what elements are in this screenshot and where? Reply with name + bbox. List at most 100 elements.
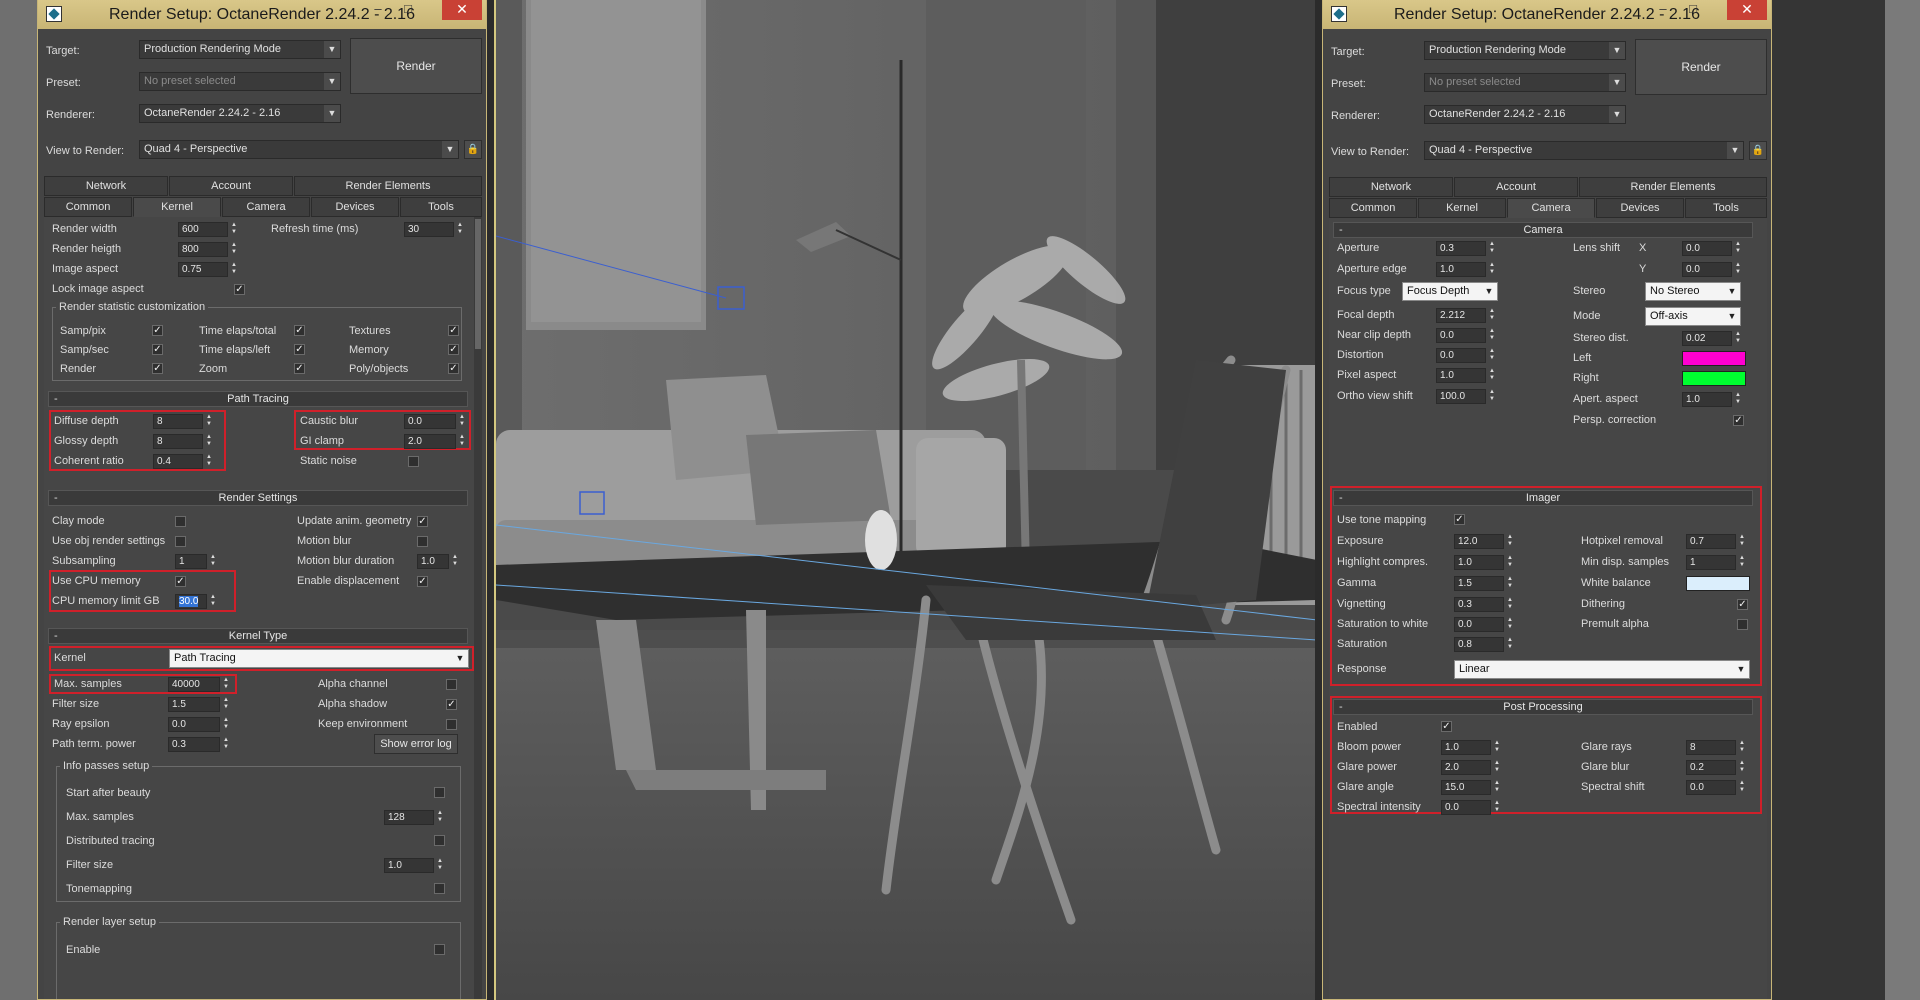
spinner-icon[interactable]: ▲ ▼ (1505, 534, 1515, 549)
spectral-intensity-input[interactable]: 0.0 ▲ ▼ (1441, 800, 1500, 815)
mode-dropdown[interactable]: Off-axis ▼ (1645, 307, 1741, 326)
render-button[interactable]: Render (1635, 39, 1767, 95)
render-width-input[interactable]: 600 ▲ ▼ (178, 222, 237, 237)
near-clip-input[interactable]: 0.0 ▲ ▼ (1436, 328, 1495, 343)
tab-tools[interactable]: Tools (1685, 198, 1767, 218)
stereo-dist-input[interactable]: 0.02 ▲ ▼ (1682, 331, 1741, 346)
scrollbar-thumb[interactable] (475, 219, 481, 349)
view-dropdown[interactable]: Quad 4 - Perspective ▼ (139, 140, 459, 159)
stat-checkbox[interactable]: ✓ (152, 344, 163, 355)
saturation-to-white-input[interactable]: 0.0 ▲ ▼ (1454, 617, 1513, 632)
spinner-icon[interactable]: ▲ ▼ (435, 858, 445, 873)
right-titlebar[interactable]: Render Setup: OctaneRender 2.24.2 - 2.16… (1323, 0, 1771, 29)
stat-checkbox[interactable]: ✓ (448, 344, 459, 355)
minimize-button[interactable]: ‒ (364, 0, 392, 20)
tab-network[interactable]: Network (44, 176, 168, 196)
spinner-icon[interactable]: ▲ ▼ (229, 242, 239, 257)
spinner-icon[interactable]: ▲ ▼ (1733, 241, 1743, 256)
cpu-limit-input[interactable]: 30.0 ▲ ▼ (175, 594, 216, 609)
stat-checkbox[interactable]: ✓ (152, 325, 163, 336)
target-dropdown[interactable]: Production Rendering Mode ▼ (1424, 41, 1626, 60)
stereo-dropdown[interactable]: No Stereo ▼ (1645, 282, 1741, 301)
left-color-swatch[interactable] (1682, 351, 1746, 366)
spinner-icon[interactable]: ▲ ▼ (204, 454, 214, 469)
minimize-button[interactable]: ‒ (1649, 0, 1677, 20)
spinner-icon[interactable]: ▲ ▼ (1487, 262, 1497, 277)
diffuse-depth-input[interactable]: 8 ▲ ▼ (153, 414, 212, 429)
spinner-icon[interactable]: ▲ ▼ (1505, 617, 1515, 632)
scrollbar[interactable] (474, 217, 482, 999)
spinner-icon[interactable]: ▲ ▼ (1492, 800, 1502, 815)
spinner-icon[interactable]: ▲ ▼ (1737, 780, 1747, 795)
spinner-icon[interactable]: ▲ ▼ (221, 717, 231, 732)
tab-common[interactable]: Common (1329, 198, 1417, 218)
info-filter-size-input[interactable]: 1.0 ▲ ▼ (384, 858, 443, 873)
renderer-dropdown[interactable]: OctaneRender 2.24.2 - 2.16 ▼ (1424, 105, 1626, 124)
camera-rollout[interactable]: - Camera (1333, 222, 1753, 238)
spinner-icon[interactable]: ▲ ▼ (1505, 597, 1515, 612)
spinner-icon[interactable]: ▲ ▼ (1505, 576, 1515, 591)
spinner-icon[interactable]: ▲ ▼ (221, 697, 231, 712)
renderer-dropdown[interactable]: OctaneRender 2.24.2 - 2.16 ▼ (139, 104, 341, 123)
update-anim-checkbox[interactable]: ✓ (417, 516, 428, 527)
aperture-input[interactable]: 0.3 ▲ ▼ (1436, 241, 1495, 256)
stat-checkbox[interactable]: ✓ (152, 363, 163, 374)
ortho-view-shift-input[interactable]: 100.0 ▲ ▼ (1436, 389, 1495, 404)
distributed-tracing-checkbox[interactable] (434, 835, 445, 846)
dithering-checkbox[interactable]: ✓ (1737, 599, 1748, 610)
spinner-icon[interactable]: ▲ ▼ (1492, 760, 1502, 775)
tab-camera[interactable]: Camera (1507, 198, 1595, 218)
tab-render-elements[interactable]: Render Elements (294, 176, 482, 196)
use-cpu-checkbox[interactable]: ✓ (175, 576, 186, 587)
glare-angle-input[interactable]: 15.0 ▲ ▼ (1441, 780, 1500, 795)
use-tone-mapping-checkbox[interactable]: ✓ (1454, 514, 1465, 525)
image-aspect-input[interactable]: 0.75 ▲ ▼ (178, 262, 237, 277)
glare-power-input[interactable]: 2.0 ▲ ▼ (1441, 760, 1500, 775)
spinner-icon[interactable]: ▲ ▼ (1737, 555, 1747, 570)
target-dropdown[interactable]: Production Rendering Mode ▼ (139, 40, 341, 59)
tab-kernel[interactable]: Kernel (133, 197, 221, 217)
spinner-icon[interactable]: ▲ ▼ (1505, 637, 1515, 652)
use-obj-checkbox[interactable] (175, 536, 186, 547)
focus-type-dropdown[interactable]: Focus Depth ▼ (1402, 282, 1498, 301)
clay-mode-checkbox[interactable] (175, 516, 186, 527)
stat-checkbox[interactable]: ✓ (294, 325, 305, 336)
imager-rollout[interactable]: - Imager (1333, 490, 1753, 506)
show-error-log-button[interactable]: Show error log (374, 734, 458, 754)
tab-account[interactable]: Account (1454, 177, 1578, 197)
coherent-ratio-input[interactable]: 0.4 ▲ ▼ (153, 454, 212, 469)
spinner-icon[interactable]: ▲ ▼ (1492, 780, 1502, 795)
spinner-icon[interactable]: ▲ ▼ (229, 222, 239, 237)
min-disp-samples-input[interactable]: 1 ▲ ▼ (1686, 555, 1745, 570)
aperture-edge-input[interactable]: 1.0 ▲ ▼ (1436, 262, 1495, 277)
spinner-icon[interactable]: ▲ ▼ (455, 222, 465, 237)
left-titlebar[interactable]: Render Setup: OctaneRender 2.24.2 - 2.16… (38, 0, 486, 29)
spinner-icon[interactable]: ▲ ▼ (1487, 348, 1497, 363)
max-samples-input[interactable]: 40000 ▲ ▼ (168, 677, 229, 692)
tab-network[interactable]: Network (1329, 177, 1453, 197)
kernel-type-rollout[interactable]: - Kernel Type (48, 628, 468, 644)
spinner-icon[interactable]: ▲ ▼ (1733, 331, 1743, 346)
enable-checkbox[interactable] (434, 944, 445, 955)
stat-checkbox[interactable]: ✓ (294, 363, 305, 374)
spinner-icon[interactable]: ▲ ▼ (208, 594, 218, 609)
gamma-input[interactable]: 1.5 ▲ ▼ (1454, 576, 1513, 591)
spinner-icon[interactable]: ▲ ▼ (1487, 328, 1497, 343)
tab-common[interactable]: Common (44, 197, 132, 217)
spinner-icon[interactable]: ▲ ▼ (1737, 740, 1747, 755)
preset-dropdown[interactable]: No preset selected ▼ (1424, 73, 1626, 92)
alpha-shadow-checkbox[interactable]: ✓ (446, 699, 457, 710)
kernel-dropdown[interactable]: Path Tracing ▼ (169, 649, 469, 668)
spinner-icon[interactable]: ▲ ▼ (457, 414, 467, 429)
preset-dropdown[interactable]: No preset selected ▼ (139, 72, 341, 91)
tab-render-elements[interactable]: Render Elements (1579, 177, 1767, 197)
info-max-samples-input[interactable]: 128 ▲ ▼ (384, 810, 443, 825)
refresh-input[interactable]: 30 ▲ ▼ (404, 222, 463, 237)
response-dropdown[interactable]: Linear ▼ (1454, 660, 1750, 679)
lock-icon[interactable]: 🔒 (1749, 141, 1767, 160)
spinner-icon[interactable]: ▲ ▼ (204, 414, 214, 429)
stat-checkbox[interactable]: ✓ (448, 363, 459, 374)
spectral-shift-input[interactable]: 0.0 ▲ ▼ (1686, 780, 1745, 795)
saturation-input[interactable]: 0.8 ▲ ▼ (1454, 637, 1513, 652)
persp-correction-checkbox[interactable]: ✓ (1733, 415, 1744, 426)
